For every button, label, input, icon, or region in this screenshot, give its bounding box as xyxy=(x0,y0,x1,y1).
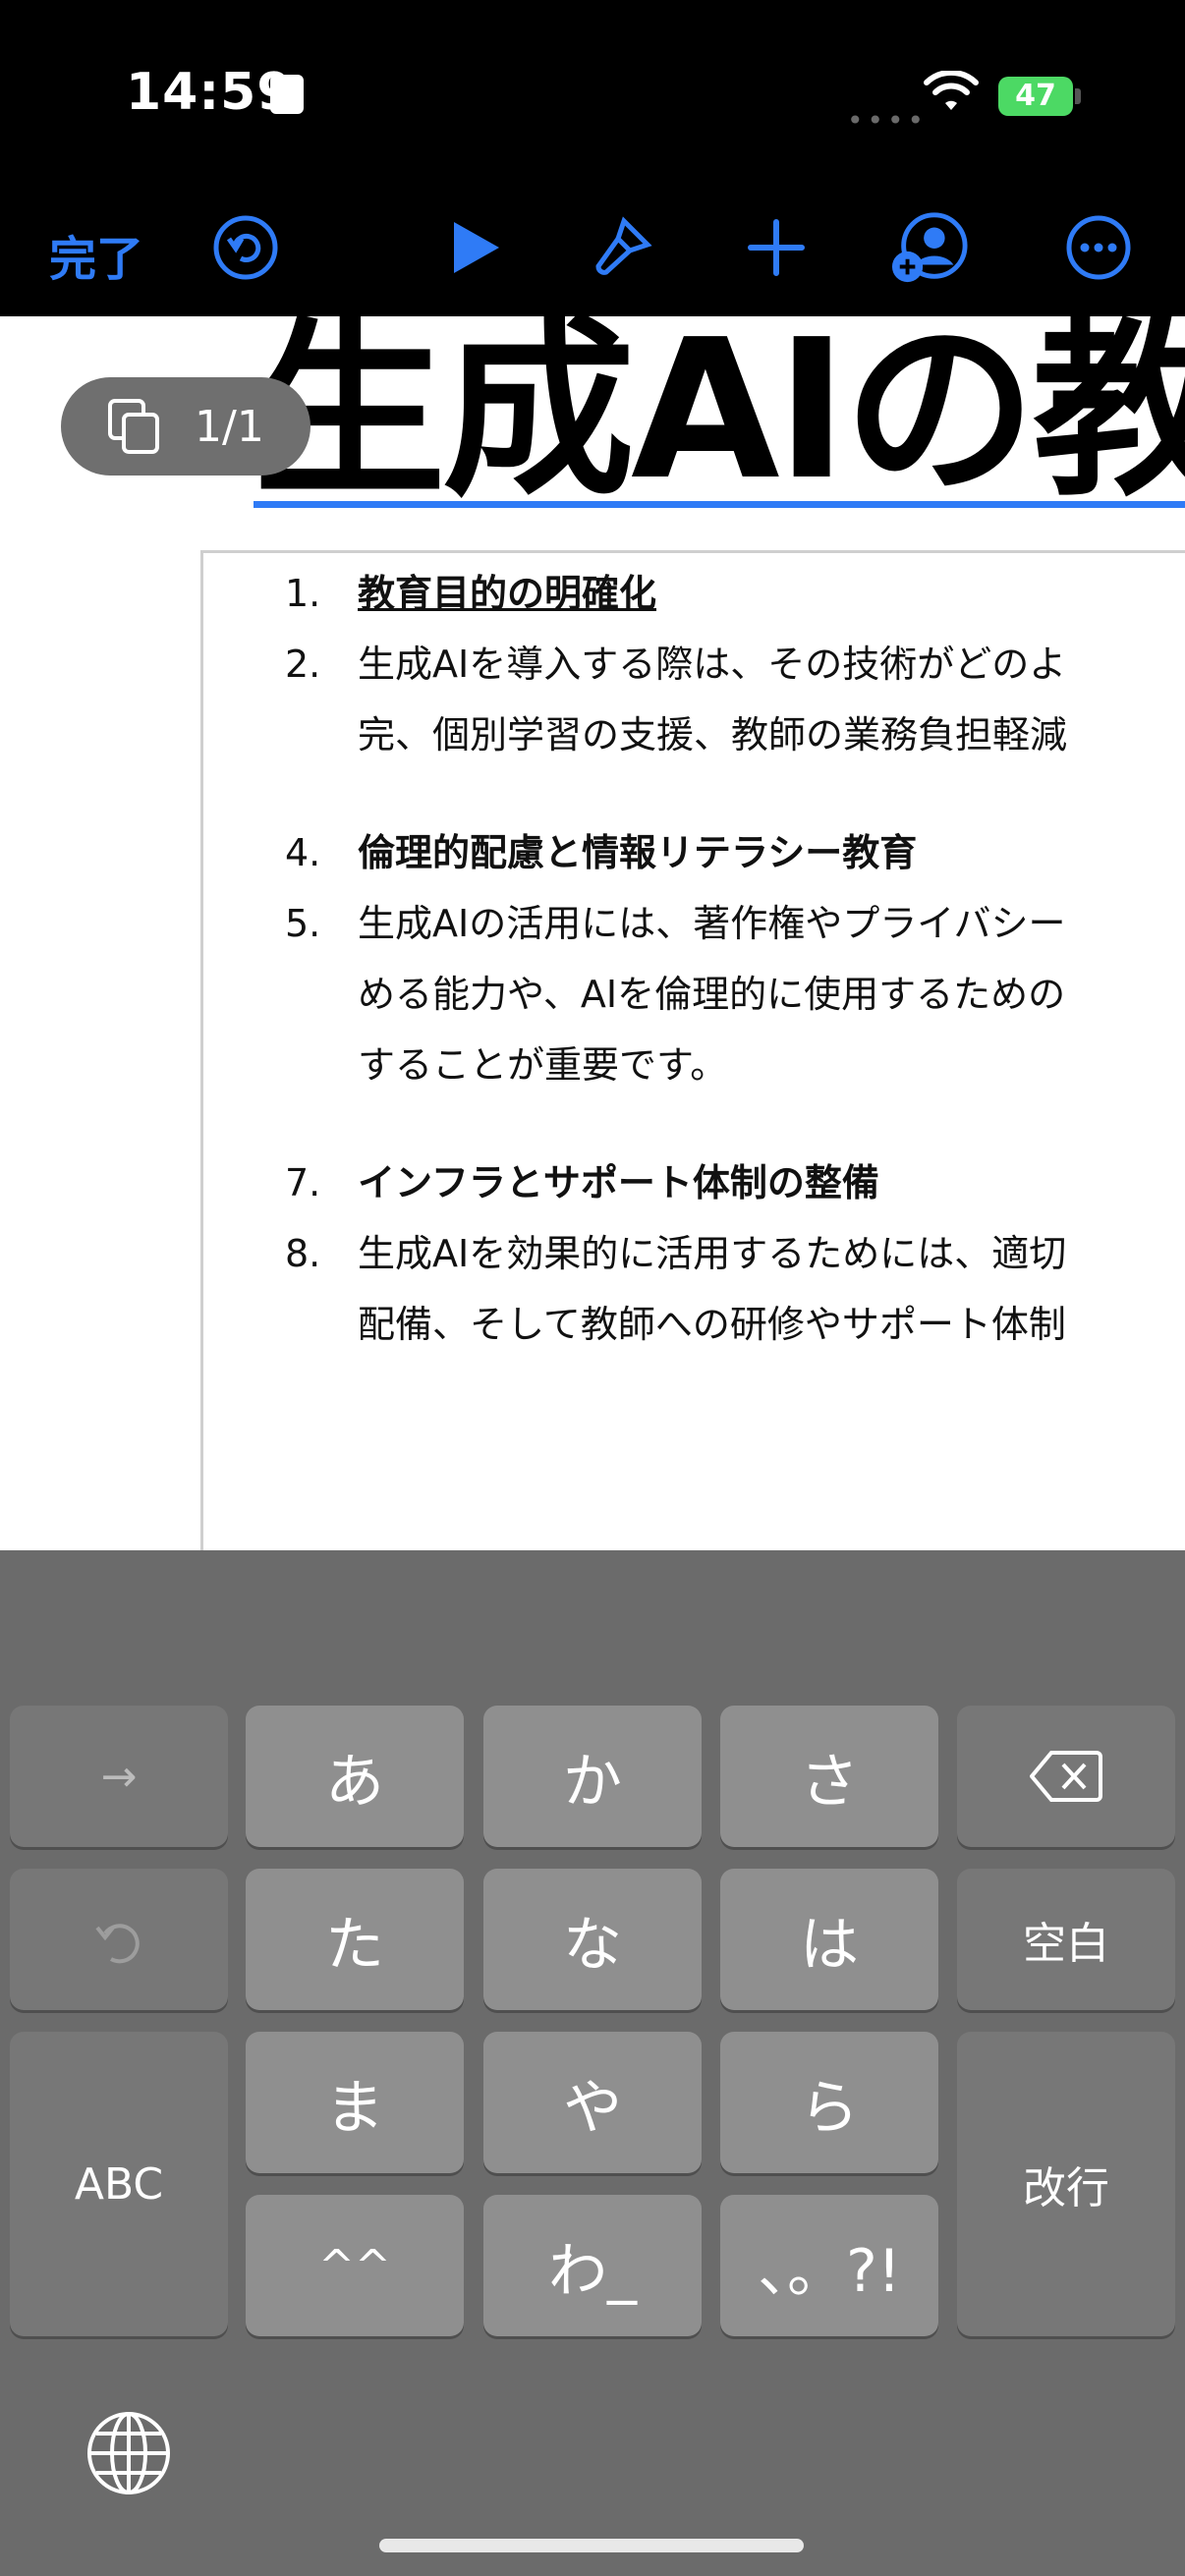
document-title[interactable]: 生成AIの教 xyxy=(254,314,1185,507)
key-label: 、。?! xyxy=(758,2236,901,2306)
done-button[interactable]: 完了 xyxy=(49,220,143,289)
key-label: た xyxy=(325,1910,384,1980)
battery-indicator: 47 xyxy=(998,77,1073,116)
key-label: あ xyxy=(325,1747,384,1817)
list-text: 倫理的配慮と情報リテラシー教育 xyxy=(358,831,918,874)
list-text: 生成AIの活用には、著作権やプライバシー xyxy=(358,902,1066,945)
battery-tip xyxy=(1075,88,1081,104)
key-label: 空白 xyxy=(1023,1919,1109,1969)
pages-icon xyxy=(108,399,159,454)
key-ya[interactable]: や xyxy=(483,2032,702,2173)
key-label: さ xyxy=(800,1747,859,1817)
list-item: 8. 生成AIを効果的に活用するためには、適切 xyxy=(285,1218,1185,1289)
key-label: ら xyxy=(800,2073,859,2143)
list-number: 8. xyxy=(285,1232,321,1275)
list-text: 生成AIを効果的に活用するためには、適切 xyxy=(358,1232,1067,1275)
list-item: 1. 教育目的の明確化 xyxy=(285,558,1185,629)
list-number: 4. xyxy=(285,831,321,874)
list-number: 2. xyxy=(285,643,321,686)
list-text: することが重要です。 xyxy=(358,1043,728,1087)
delete-key[interactable] xyxy=(957,1706,1175,1847)
globe-icon[interactable] xyxy=(85,2409,173,2497)
key-label: や xyxy=(563,2073,622,2143)
key-ma[interactable]: ま xyxy=(246,2032,464,2173)
key-ra[interactable]: ら xyxy=(720,2032,938,2173)
list-item: める能力や、AIを倫理的に使用するための xyxy=(285,959,1185,1030)
key-label: ^^ xyxy=(318,2240,391,2291)
list-item: 4. 倫理的配慮と情報リテラシー教育 xyxy=(285,817,1185,888)
key-ha[interactable]: は xyxy=(720,1869,938,2010)
list-item: することが重要です。 xyxy=(285,1030,1185,1100)
list-text: 教育目的の明確化 xyxy=(358,572,657,615)
key-emoticon[interactable]: ^^ xyxy=(246,2195,464,2336)
undo-key[interactable] xyxy=(10,1869,228,2010)
list-item: 5. 生成AIの活用には、著作権やプライバシー xyxy=(285,888,1185,959)
list-text: 配備、そして教師への研修やサポート体制 xyxy=(358,1303,1066,1346)
list-number: 1. xyxy=(285,572,321,615)
key-label: な xyxy=(563,1910,622,1980)
collaborate-icon[interactable] xyxy=(890,208,969,287)
key-ka[interactable]: か xyxy=(483,1706,702,1847)
list-text: める能力や、AIを倫理的に使用するための xyxy=(358,973,1066,1016)
status-time: 14:59 xyxy=(126,63,294,122)
delete-icon xyxy=(1030,1751,1102,1802)
list-text: 完、個別学習の支援、教師の業務負担軽減 xyxy=(358,713,1068,756)
list-number: 5. xyxy=(285,902,321,945)
list-number: 7. xyxy=(285,1161,321,1204)
document-list[interactable]: 1. 教育目的の明確化 2. 生成AIを導入する際は、その技術がどのよ 完、個別… xyxy=(285,558,1185,1360)
key-label: ABC xyxy=(74,2158,164,2210)
list-item: 2. 生成AIを導入する際は、その技術がどのよ xyxy=(285,629,1185,700)
signal-dots-icon: •••• xyxy=(847,104,929,137)
home-indicator[interactable] xyxy=(379,2539,804,2552)
page-indicator[interactable]: 1/1 xyxy=(61,377,310,476)
title-underline xyxy=(254,501,1185,508)
key-label: 改行 xyxy=(1023,2163,1109,2213)
wifi-icon xyxy=(924,71,979,110)
key-arrow-right[interactable]: → xyxy=(10,1706,228,1847)
paintbrush-icon[interactable] xyxy=(582,208,660,287)
key-label: ま xyxy=(325,2073,384,2143)
key-sa[interactable]: さ xyxy=(720,1706,938,1847)
page-count: 1/1 xyxy=(195,401,264,452)
play-icon[interactable] xyxy=(434,208,513,287)
list-item: 7. インフラとサポート体制の整備 xyxy=(285,1148,1185,1218)
key-label: か xyxy=(563,1747,622,1817)
contact-badge-icon xyxy=(270,75,304,114)
key-ta[interactable]: た xyxy=(246,1869,464,2010)
key-label: は xyxy=(800,1910,859,1980)
abc-key[interactable]: ABC xyxy=(10,2032,228,2336)
list-item: 配備、そして教師への研修やサポート体制 xyxy=(285,1289,1185,1360)
undo-arrow-icon xyxy=(95,1924,140,1964)
key-wa[interactable]: わ_ xyxy=(483,2195,702,2336)
key-label: → xyxy=(100,1751,138,1802)
undo-icon[interactable] xyxy=(206,208,285,287)
list-text: インフラとサポート体制の整備 xyxy=(358,1161,879,1204)
return-key[interactable]: 改行 xyxy=(957,2032,1175,2336)
add-icon[interactable] xyxy=(737,208,816,287)
key-label: わ_ xyxy=(548,2236,637,2306)
space-key[interactable]: 空白 xyxy=(957,1869,1175,2010)
list-item: 完、個別学習の支援、教師の業務負担軽減 xyxy=(285,700,1185,770)
key-na[interactable]: な xyxy=(483,1869,702,2010)
japanese-kana-keyboard: → あ か さ た な は 空白 ABC ま や ら 改行 ^^ わ_ 、。?! xyxy=(0,1550,1185,2576)
more-icon[interactable] xyxy=(1059,208,1138,287)
key-punctuation[interactable]: 、。?! xyxy=(720,2195,938,2336)
list-text: 生成AIを導入する際は、その技術がどのよ xyxy=(358,643,1067,686)
key-a[interactable]: あ xyxy=(246,1706,464,1847)
